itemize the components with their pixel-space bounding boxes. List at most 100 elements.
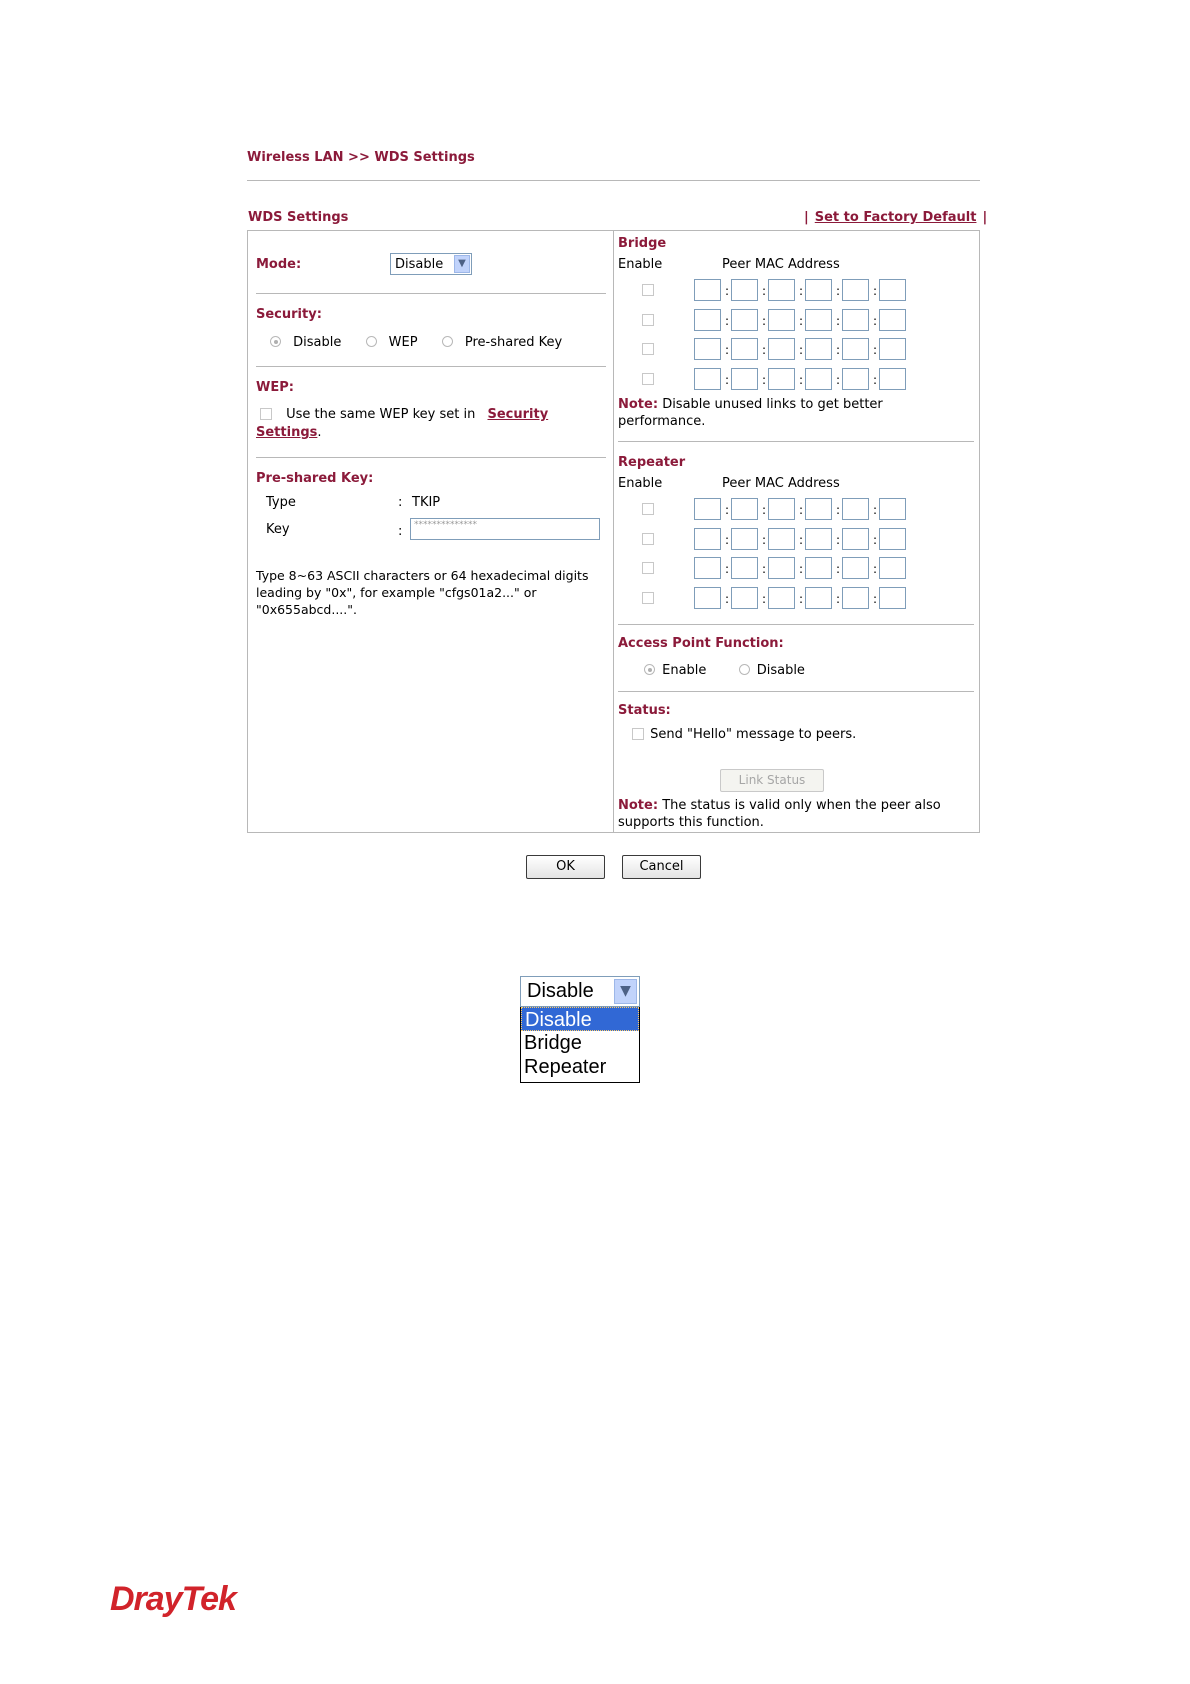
bridge-mac-octet-input[interactable] [879,367,906,390]
status-label: Status: [618,703,671,718]
mac-separator: : [799,591,804,606]
bridge-enable-col: Enable [618,257,663,272]
mac-separator: : [725,503,730,517]
repeater-mac-octet-input[interactable] [731,557,758,579]
repeater-mac-octet-input[interactable] [731,527,758,550]
repeater-mac-octet-input[interactable] [768,586,795,609]
factory-default-bar: | Set to Factory Default | [804,210,987,225]
repeater-mac-octet-input[interactable] [805,557,832,579]
repeater-mac-octet-input[interactable] [842,557,869,579]
bridge-mac-octet-input[interactable] [805,279,832,301]
chevron-down-icon[interactable]: ▼ [454,255,470,273]
mac-separator: : [873,591,878,606]
bridge-mac-octet-input[interactable] [805,338,832,360]
security-psk-radio[interactable] [441,336,453,347]
bridge-mac-octet-input[interactable] [694,367,721,390]
mac-separator: : [762,562,767,576]
bridge-enable-checkbox[interactable] [642,284,654,296]
mac-separator: : [799,284,804,298]
security-settings-link-2[interactable]: Settings [256,425,317,440]
cancel-button[interactable]: Cancel [622,855,701,879]
hello-text: Send "Hello" message to peers. [650,727,857,742]
repeater-mac-octet-input[interactable] [879,527,906,550]
bridge-mac-octet-input[interactable] [694,338,721,360]
factory-default-link[interactable]: Set to Factory Default [815,210,977,225]
repeater-mac-octet-input[interactable] [805,586,832,609]
bridge-mac-octet-input[interactable] [842,308,869,331]
bridge-mac-octet-input[interactable] [694,308,721,331]
repeater-mac-octet-input[interactable] [805,498,832,520]
option-disable[interactable]: Disable [521,1007,639,1031]
mac-separator: : [762,372,767,387]
mac-separator: : [799,532,804,547]
bridge-mac-octet-input[interactable] [842,338,869,360]
bridge-mac-octet-input[interactable] [768,367,795,390]
mode-select[interactable]: Disable ▼ [390,253,472,275]
bridge-mac-octet-input[interactable] [694,279,721,301]
mac-separator: : [836,372,841,387]
mac-separator: : [873,343,878,357]
mac-separator: : [725,532,730,547]
bridge-mac-octet-input[interactable] [768,338,795,360]
bridge-mac-octet-input[interactable] [879,308,906,331]
repeater-peer-mac-col: Peer MAC Address [722,476,840,491]
bridge-label: Bridge [618,236,667,251]
bridge-mac-octet-input[interactable] [731,338,758,360]
repeater-mac-octet-input[interactable] [768,527,795,550]
bridge-mac-octet-input[interactable] [731,279,758,301]
repeater-mac-octet-input[interactable] [879,586,906,609]
bridge-enable-checkbox[interactable] [642,313,654,326]
bridge-mac-octet-input[interactable] [879,338,906,360]
bridge-mac-octet-input[interactable] [879,279,906,301]
chevron-down-icon[interactable]: ▼ [614,979,637,1004]
ok-button[interactable]: OK [526,855,605,879]
bridge-mac-octet-input[interactable] [842,279,869,301]
security-disable-radio[interactable] [270,336,281,347]
bridge-mac-octet-input[interactable] [731,367,758,390]
repeater-mac-octet-input[interactable] [879,557,906,579]
bridge-mac-octet-input[interactable] [731,308,758,331]
repeater-mac-octet-input[interactable] [842,586,869,609]
bridge-mac-octet-input[interactable] [768,308,795,331]
repeater-mac-octet-input[interactable] [768,557,795,579]
left-panel: Mode: Disable ▼ Security: Disable WEP Pr… [248,231,614,832]
psk-key-input[interactable]: ************** [410,518,600,540]
security-settings-link[interactable]: Security [487,407,548,422]
bridge-mac-octet-input[interactable] [768,279,795,301]
mac-separator: : [836,532,841,547]
bridge-mac-octet-input[interactable] [805,367,832,390]
repeater-mac-octet-input[interactable] [842,527,869,550]
repeater-enable-checkbox[interactable] [642,591,654,604]
repeater-mac-octet-input[interactable] [694,557,721,579]
bridge-enable-checkbox[interactable] [642,372,654,385]
bridge-mac-octet-input[interactable] [805,308,832,331]
repeater-mac-octet-input[interactable] [694,527,721,550]
repeater-mac-octet-input[interactable] [805,527,832,550]
repeater-mac-octet-input[interactable] [768,498,795,520]
link-status-button[interactable]: Link Status [720,769,824,792]
security-wep-radio[interactable] [365,336,377,347]
wep-same-key-checkbox[interactable] [260,408,272,420]
repeater-mac-octet-input[interactable] [842,498,869,520]
ap-disable-radio[interactable] [738,664,750,675]
repeater-enable-checkbox[interactable] [642,532,654,545]
mode-select-value: Disable [395,257,444,272]
repeater-mac-octet-input[interactable] [879,498,906,520]
repeater-enable-checkbox[interactable] [642,562,654,574]
hello-checkbox[interactable] [632,728,644,740]
option-repeater[interactable]: Repeater [521,1055,639,1079]
security-wep-label: WEP [388,335,418,350]
repeater-mac-octet-input[interactable] [731,586,758,609]
bridge-enable-checkbox[interactable] [642,343,654,355]
wep-period: . [317,425,322,440]
ap-function-label: Access Point Function: [618,636,784,651]
option-bridge[interactable]: Bridge [521,1031,639,1055]
repeater-enable-checkbox[interactable] [642,503,654,515]
repeater-mac-octet-input[interactable] [694,586,721,609]
repeater-mac-octet-input[interactable] [694,498,721,520]
demo-mode-select[interactable]: Disable ▼ [520,976,640,1007]
bridge-mac-octet-input[interactable] [842,367,869,390]
ap-enable-radio[interactable] [644,664,655,675]
mac-separator: : [725,313,730,328]
repeater-mac-octet-input[interactable] [731,498,758,520]
